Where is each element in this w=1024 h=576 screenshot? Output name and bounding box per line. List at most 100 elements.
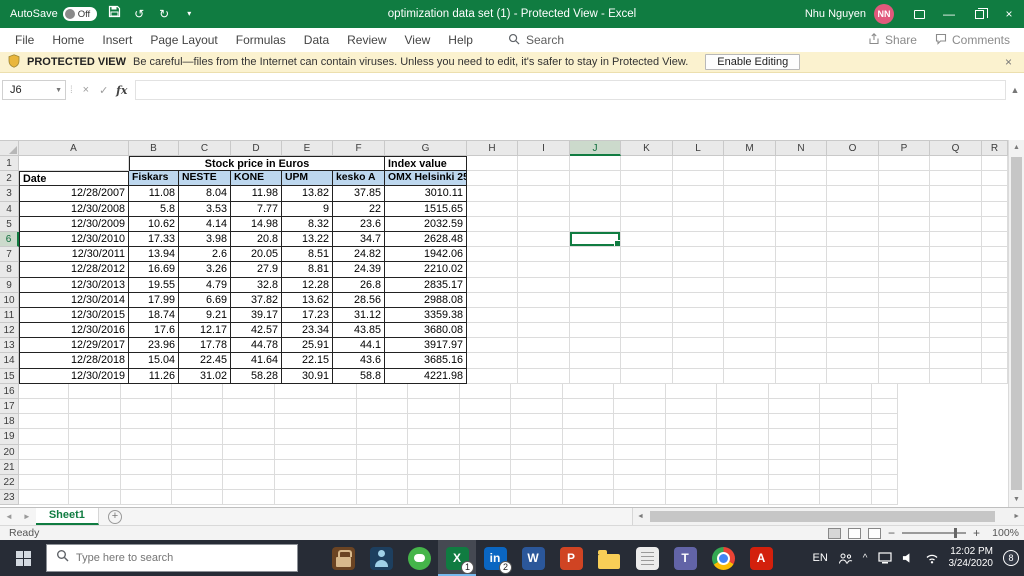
cell-F22[interactable]: [223, 474, 275, 491]
cell-J4[interactable]: [570, 201, 621, 217]
cell-L8[interactable]: [673, 262, 724, 278]
cell-G19[interactable]: [275, 429, 357, 445]
cell-C19[interactable]: [69, 429, 121, 445]
cell-I17[interactable]: [408, 399, 460, 415]
cell-D3[interactable]: 11.98: [231, 186, 282, 202]
cell-F4[interactable]: 22: [333, 201, 385, 217]
cell-O23[interactable]: [717, 490, 769, 506]
cell-H11[interactable]: [467, 307, 518, 324]
cell-P8[interactable]: [879, 262, 930, 278]
cell-N1[interactable]: [776, 156, 827, 172]
cell-P23[interactable]: [769, 490, 820, 506]
cell-G11[interactable]: 3359.38: [385, 307, 467, 324]
cell-A12[interactable]: 12/30/2016: [19, 323, 129, 339]
column-header-E[interactable]: E: [282, 140, 333, 156]
cell-J1[interactable]: [570, 156, 621, 172]
cell-N3[interactable]: [776, 186, 827, 202]
row-header-4[interactable]: 4: [0, 201, 19, 217]
cell-L4[interactable]: [673, 201, 724, 217]
cell-C11[interactable]: 9.21: [179, 307, 231, 324]
cell-R19[interactable]: [872, 429, 898, 445]
cell-R13[interactable]: [982, 338, 1008, 354]
cell-N18[interactable]: [666, 414, 717, 430]
cell-K19[interactable]: [511, 429, 563, 445]
cell-J22[interactable]: [460, 474, 511, 491]
cell-E8[interactable]: 8.81: [282, 262, 333, 278]
cell-Q15[interactable]: [930, 368, 982, 384]
cell-E11[interactable]: 17.23: [282, 307, 333, 324]
cell-F16[interactable]: [223, 383, 275, 399]
cell-O15[interactable]: [827, 368, 879, 384]
cell-O4[interactable]: [827, 201, 879, 217]
cell-I10[interactable]: [518, 292, 570, 308]
cell-D22[interactable]: [121, 474, 172, 491]
cell-C14[interactable]: 22.45: [179, 353, 231, 369]
cell-Q11[interactable]: [930, 307, 982, 324]
cell-K20[interactable]: [511, 444, 563, 460]
cell-E20[interactable]: [172, 444, 223, 460]
cell-I16[interactable]: [408, 383, 460, 399]
volume-icon[interactable]: [902, 552, 915, 564]
cell-R22[interactable]: [872, 474, 898, 491]
cell-P10[interactable]: [879, 292, 930, 308]
cell-P14[interactable]: [879, 353, 930, 369]
new-sheet-button[interactable]: +: [107, 509, 122, 524]
cell-N10[interactable]: [776, 292, 827, 308]
cell-B1-F1-merged[interactable]: Stock price in Euros: [129, 156, 385, 172]
horizontal-scroll-track[interactable]: [648, 508, 1009, 525]
cell-K5[interactable]: [621, 216, 673, 232]
cell-L10[interactable]: [673, 292, 724, 308]
cell-J12[interactable]: [570, 323, 621, 339]
cell-M12[interactable]: [724, 323, 776, 339]
name-box[interactable]: J6 ▼: [2, 80, 66, 100]
cell-G14[interactable]: 3685.16: [385, 353, 467, 369]
comments-button[interactable]: Comments: [935, 33, 1010, 48]
cell-N15[interactable]: [776, 368, 827, 384]
cell-L9[interactable]: [673, 277, 724, 293]
cell-I2[interactable]: [518, 171, 570, 187]
cell-P20[interactable]: [769, 444, 820, 460]
cell-Q2[interactable]: [930, 171, 982, 187]
cell-O12[interactable]: [827, 323, 879, 339]
cell-O18[interactable]: [717, 414, 769, 430]
cell-I23[interactable]: [408, 490, 460, 506]
cell-G18[interactable]: [275, 414, 357, 430]
cell-J7[interactable]: [570, 247, 621, 263]
cell-J19[interactable]: [460, 429, 511, 445]
cell-Q12[interactable]: [930, 323, 982, 339]
cell-E2[interactable]: UPM: [282, 171, 333, 187]
hidden-icons-chevron[interactable]: ^: [863, 553, 868, 564]
cell-E3[interactable]: 13.82: [282, 186, 333, 202]
row-header-18[interactable]: 18: [0, 414, 19, 430]
cell-N19[interactable]: [666, 429, 717, 445]
row-header-12[interactable]: 12: [0, 323, 19, 339]
cell-E5[interactable]: 8.32: [282, 216, 333, 232]
column-header-J[interactable]: J: [570, 140, 621, 156]
row-header-3[interactable]: 3: [0, 186, 19, 202]
cell-P2[interactable]: [879, 171, 930, 187]
scroll-left-icon[interactable]: ◄: [633, 513, 648, 520]
cell-G8[interactable]: 2210.02: [385, 262, 467, 278]
cell-K2[interactable]: [621, 171, 673, 187]
cell-I21[interactable]: [408, 459, 460, 475]
cell-H4[interactable]: [467, 201, 518, 217]
cell-N5[interactable]: [776, 216, 827, 232]
cell-N23[interactable]: [666, 490, 717, 506]
cell-F3[interactable]: 37.85: [333, 186, 385, 202]
cell-E9[interactable]: 12.28: [282, 277, 333, 293]
cell-H19[interactable]: [357, 429, 408, 445]
cell-H18[interactable]: [357, 414, 408, 430]
cell-C6[interactable]: 3.98: [179, 231, 231, 248]
cell-O14[interactable]: [827, 353, 879, 369]
cell-P16[interactable]: [769, 383, 820, 399]
cell-L7[interactable]: [673, 247, 724, 263]
cell-J15[interactable]: [570, 368, 621, 384]
taskbar-search[interactable]: [46, 544, 298, 572]
cell-M14[interactable]: [724, 353, 776, 369]
cell-C10[interactable]: 6.69: [179, 292, 231, 308]
cell-C18[interactable]: [69, 414, 121, 430]
cell-G23[interactable]: [275, 490, 357, 506]
column-header-F[interactable]: F: [333, 140, 385, 156]
cell-E15[interactable]: 30.91: [282, 368, 333, 384]
cell-B6[interactable]: 17.33: [129, 231, 179, 248]
